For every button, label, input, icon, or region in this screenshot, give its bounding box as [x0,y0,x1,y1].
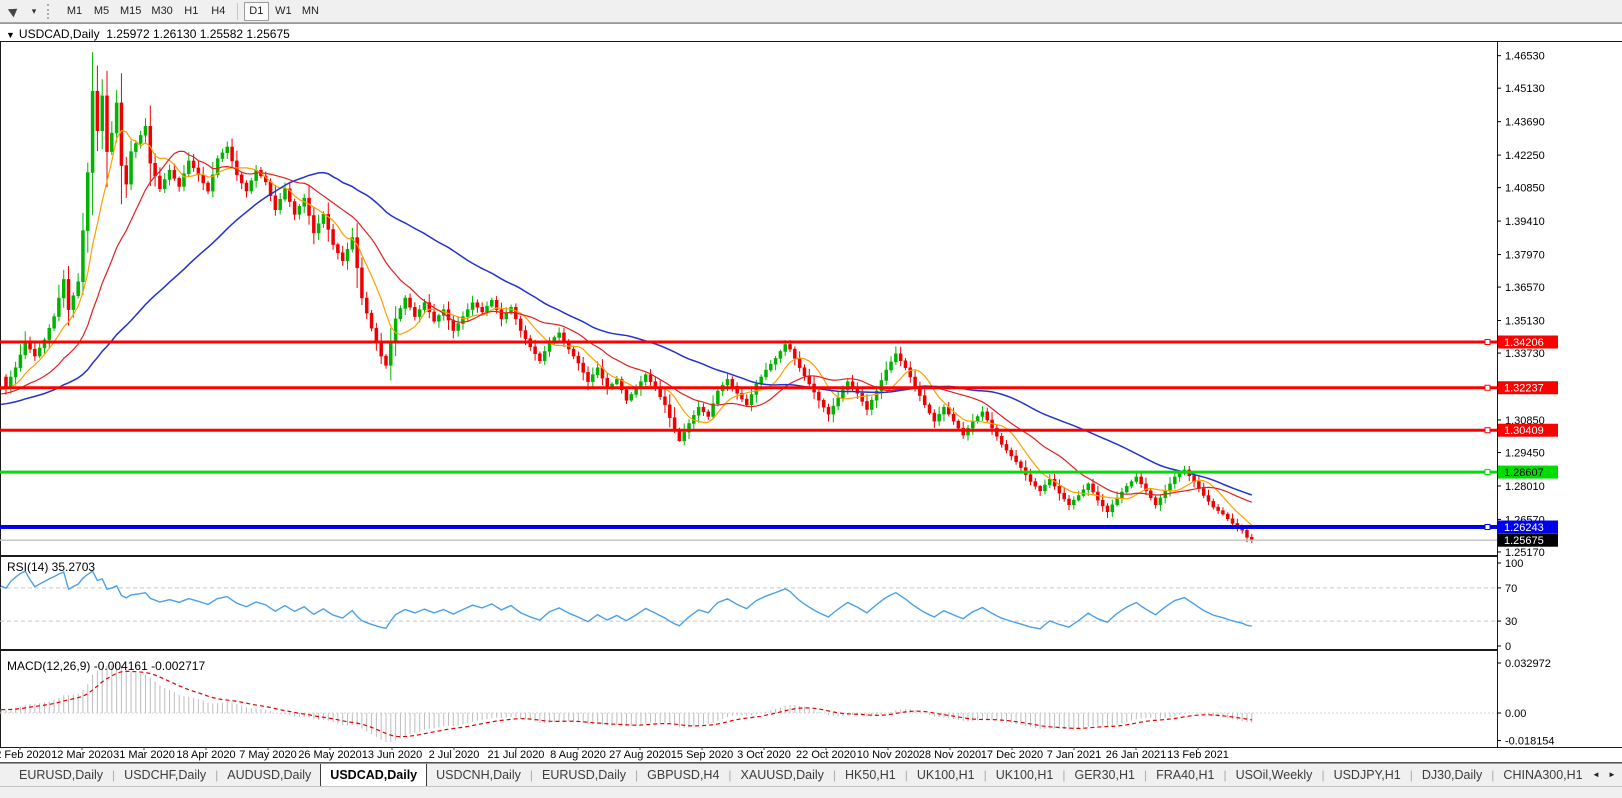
svg-text:1.35130: 1.35130 [1505,316,1545,328]
tab-scroll-buttons: ◄ ► [1588,766,1620,783]
chart-tab-HK50-H1[interactable]: HK50,H1 [836,764,905,786]
svg-text:26 May 2020: 26 May 2020 [298,749,362,761]
chevron-down-icon[interactable]: ▾ [27,6,41,17]
timeframe-button-D1[interactable]: D1 [243,1,269,21]
svg-text:1.46530: 1.46530 [1505,51,1545,63]
tab-scroll-left-icon[interactable]: ◄ [1588,766,1604,783]
timeframe-button-M1[interactable]: M1 [62,2,87,21]
svg-text:70: 70 [1505,583,1517,595]
svg-text:17 Dec 2020: 17 Dec 2020 [981,749,1043,761]
svg-text:100: 100 [1505,558,1523,570]
svg-text:1.45130: 1.45130 [1505,83,1545,95]
collapse-chart-icon[interactable]: ▼ [6,30,15,40]
svg-text:1.39410: 1.39410 [1505,216,1545,228]
svg-text:7 May 2020: 7 May 2020 [239,749,296,761]
price-tag-1.30409: 1.30409 [1498,423,1558,437]
svg-text:28 Nov 2020: 28 Nov 2020 [919,749,981,761]
svg-text:22 Feb 2020: 22 Feb 2020 [0,749,51,761]
svg-text:1.28010: 1.28010 [1505,481,1545,493]
chart-title: ▼ USDCAD,Daily 1.25972 1.26130 1.25582 1.… [6,27,290,41]
svg-text:26 Jan 2021: 26 Jan 2021 [1106,749,1167,761]
svg-text:0.00: 0.00 [1505,708,1526,720]
timeframe-button-M15[interactable]: M15 [116,2,145,21]
chart-tab-XAUUSD-Daily[interactable]: XAUUSD,Daily [732,764,833,786]
chart-tab-DJ30-Daily[interactable]: DJ30,Daily [1413,764,1491,786]
top-toolbar: ▾ M1 M5 M15 M30 H1 H4 D1 W1 MN [0,0,1622,23]
chart-tab-CHINA300-H1[interactable]: CHINA300,H1 [1494,764,1591,786]
svg-text:22 Oct 2020: 22 Oct 2020 [796,749,856,761]
price-tag-1.34206: 1.34206 [1498,335,1558,349]
tab-scroll-right-icon[interactable]: ► [1604,766,1620,783]
chart-tab-USDCNH-Daily[interactable]: USDCNH,Daily [427,764,530,786]
timeframe-button-W1[interactable]: W1 [271,2,296,21]
chart-tab-EURUSD-Daily[interactable]: EURUSD,Daily [533,764,635,786]
chart-tab-USDCHF-Daily[interactable]: USDCHF,Daily [115,764,215,786]
chart-tab-USOil-Weekly[interactable]: USOil,Weekly [1227,764,1322,786]
timeframe-button-M30[interactable]: M30 [147,2,176,21]
svg-text:-0.018154: -0.018154 [1505,736,1555,748]
svg-text:31 Mar 2020: 31 Mar 2020 [113,749,175,761]
price-chart-canvas[interactable]: 1.46530 1.45130 1.43690 1.42250 1.40850 1.394… [0,23,1622,763]
svg-text:1.30409: 1.30409 [1504,425,1544,437]
svg-text:15 Sep 2020: 15 Sep 2020 [671,749,733,761]
chart-tab-UK100-H1[interactable]: UK100,H1 [908,764,984,786]
cursor-tool-icon[interactable] [1,2,27,21]
svg-text:0: 0 [1505,641,1511,653]
svg-text:1.42250: 1.42250 [1505,150,1545,162]
svg-text:13 Feb 2021: 13 Feb 2021 [1167,749,1229,761]
chart-symbol-period: USDCAD,Daily [18,27,100,41]
macd-indicator-label: MACD(12,26,9) -0.004161 -0.002717 [7,659,206,673]
chart-tab-bar: EURUSD,Daily | USDCHF,Daily | AUDUSD,Daily US… [0,763,1622,786]
svg-text:2 Jul 2020: 2 Jul 2020 [429,749,480,761]
svg-text:1.34206: 1.34206 [1504,337,1544,349]
toolbar-grip[interactable] [47,3,52,19]
chart-tab-AUDUSD-Daily[interactable]: AUDUSD,Daily [218,764,320,786]
chart-ohlc-values: 1.25972 1.26130 1.25582 1.25675 [106,27,290,41]
toolbar-separator [236,2,238,20]
svg-text:1.33730: 1.33730 [1505,348,1545,360]
timeframe-button-group: M1 M5 M15 M30 H1 H4 D1 W1 MN [61,1,324,21]
svg-text:12 Mar 2020: 12 Mar 2020 [51,749,113,761]
price-tag-1.26243: 1.26243 [1498,520,1558,534]
rsi-indicator-label: RSI(14) 35.2703 [7,560,96,574]
chart-tab-EURUSD-Daily[interactable]: EURUSD,Daily [10,764,112,786]
svg-text:13 Jun 2020: 13 Jun 2020 [362,749,423,761]
price-tag-1.32237: 1.32237 [1498,381,1558,395]
timeframe-button-M5[interactable]: M5 [89,2,114,21]
svg-text:1.37970: 1.37970 [1505,250,1545,262]
price-tag-1.28607: 1.28607 [1498,465,1558,479]
price-tag-1.25675: 1.25675 [1498,533,1558,547]
svg-text:1.36570: 1.36570 [1505,282,1545,294]
svg-text:27 Aug 2020: 27 Aug 2020 [609,749,671,761]
svg-text:7 Jan 2021: 7 Jan 2021 [1047,749,1101,761]
timeframe-button-MN[interactable]: MN [298,2,323,21]
svg-text:1.28607: 1.28607 [1504,467,1544,479]
chart-tab-GER30-H1[interactable]: GER30,H1 [1066,764,1144,786]
chart-tab-GBPUSD-H4[interactable]: GBPUSD,H4 [638,764,728,786]
svg-text:1.40850: 1.40850 [1505,183,1545,195]
chart-tab-UK100-H1[interactable]: UK100,H1 [987,764,1063,786]
svg-text:21 Jul 2020: 21 Jul 2020 [488,749,545,761]
svg-text:1.43690: 1.43690 [1505,117,1545,129]
svg-text:3 Oct 2020: 3 Oct 2020 [737,749,791,761]
svg-text:1.32237: 1.32237 [1504,383,1544,395]
svg-text:8 Aug 2020: 8 Aug 2020 [550,749,606,761]
svg-text:0.032972: 0.032972 [1505,658,1551,670]
timeframe-button-H1[interactable]: H1 [179,2,204,21]
timeframe-button-H4[interactable]: H4 [206,2,231,21]
status-strip [0,786,1622,798]
svg-text:18 Apr 2020: 18 Apr 2020 [176,749,235,761]
price-hline-1.26243[interactable] [0,524,1497,531]
chart-tab-USDJPY-H1[interactable]: USDJPY,H1 [1325,764,1410,786]
svg-text:1.25675: 1.25675 [1504,535,1544,547]
svg-text:30: 30 [1505,616,1517,628]
svg-text:10 Nov 2020: 10 Nov 2020 [857,749,919,761]
chart-window: 1.46530 1.45130 1.43690 1.42250 1.40850 1.394… [0,23,1622,763]
svg-text:1.29450: 1.29450 [1505,448,1545,460]
chart-tab-FRA40-H1[interactable]: FRA40,H1 [1147,764,1223,786]
svg-text:1.26243: 1.26243 [1504,522,1544,534]
chart-tab-USDCAD-Daily[interactable]: USDCAD,Daily [320,764,428,786]
